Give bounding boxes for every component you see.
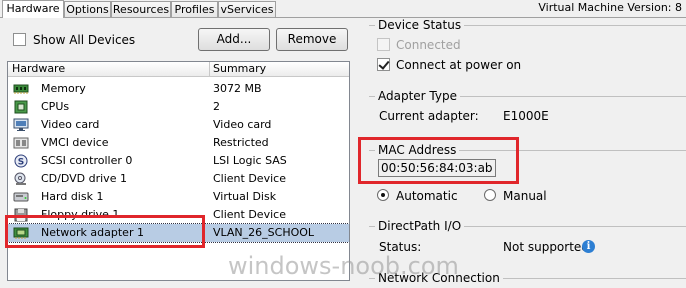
- row-name: VMCI device: [41, 136, 109, 149]
- svg-text:S: S: [18, 158, 24, 168]
- table-row[interactable]: Memory 3072 MB: [8, 80, 349, 98]
- manual-radio[interactable]: [484, 189, 496, 201]
- tab-options[interactable]: Options: [64, 1, 111, 17]
- row-summary: 3072 MB: [213, 82, 262, 95]
- connect-at-power-on-checkbox[interactable]: [377, 58, 390, 71]
- current-adapter-label: Current adapter:: [379, 109, 479, 123]
- row-summary: Restricted: [213, 136, 269, 149]
- video-card-icon: [13, 118, 29, 132]
- tab-label: Resources: [112, 3, 170, 16]
- tab-label: Profiles: [174, 3, 215, 16]
- current-adapter-value: E1000E: [503, 109, 549, 123]
- connected-checkbox[interactable]: [377, 38, 390, 51]
- vm-version-label: Virtual Machine Version: 8: [538, 1, 682, 14]
- tab-resources[interactable]: Resources: [111, 1, 171, 17]
- tab-label: vServices: [220, 3, 274, 16]
- add-button[interactable]: Add...: [198, 28, 270, 51]
- row-summary: 2: [213, 100, 220, 113]
- list-header: Hardware Summary: [8, 62, 349, 77]
- cd-dvd-icon: [13, 172, 29, 186]
- column-header-hardware[interactable]: Hardware: [12, 63, 65, 75]
- table-row[interactable]: VMCI device Restricted: [8, 134, 349, 152]
- highlight-network-adapter: [5, 215, 205, 248]
- tab-vservices[interactable]: vServices: [218, 1, 276, 17]
- info-icon[interactable]: i: [582, 240, 595, 253]
- table-row[interactable]: S SCSI controller 0 LSI Logic SAS: [8, 152, 349, 170]
- tab-profiles[interactable]: Profiles: [171, 1, 218, 17]
- table-row[interactable]: CPUs 2: [8, 98, 349, 116]
- tab-label: Hardware: [6, 2, 60, 15]
- row-name: CPUs: [41, 100, 70, 113]
- row-summary: VLAN_26_SCHOOL: [213, 226, 315, 239]
- watermark: windows-noob.com: [228, 252, 459, 280]
- row-summary: Video card: [213, 118, 272, 131]
- automatic-radio[interactable]: [377, 189, 389, 201]
- row-name: CD/DVD drive 1: [41, 172, 127, 185]
- scsi-icon: S: [13, 154, 29, 168]
- cpu-icon: [13, 100, 29, 114]
- column-separator[interactable]: [209, 62, 210, 77]
- row-summary: Client Device: [213, 172, 286, 185]
- device-status-title: Device Status: [375, 18, 465, 32]
- manual-label: Manual: [503, 189, 547, 203]
- highlight-mac-address: [358, 137, 519, 184]
- table-row[interactable]: Video card Video card: [8, 116, 349, 134]
- vmci-icon: [13, 136, 29, 150]
- row-name: SCSI controller 0: [41, 154, 133, 167]
- row-name: Memory: [41, 82, 86, 95]
- tab-label: Options: [66, 3, 109, 16]
- adapter-type-title: Adapter Type: [375, 89, 460, 103]
- table-row[interactable]: Hard disk 1 Virtual Disk: [8, 188, 349, 206]
- show-all-devices-checkbox[interactable]: [13, 33, 26, 46]
- column-header-summary[interactable]: Summary: [213, 63, 266, 75]
- row-name: Hard disk 1: [41, 190, 104, 203]
- tab-hardware[interactable]: Hardware: [2, 0, 64, 18]
- row-name: Video card: [41, 118, 100, 131]
- connected-label: Connected: [396, 38, 461, 52]
- row-summary: Client Device: [213, 208, 286, 221]
- show-all-devices-label: Show All Devices: [33, 33, 136, 47]
- hardware-list[interactable]: Hardware Summary Memory 3072 MB CPUs 2 V…: [7, 61, 350, 281]
- row-summary: Virtual Disk: [213, 190, 277, 203]
- tab-divider: [0, 17, 686, 18]
- row-summary: LSI Logic SAS: [213, 154, 287, 167]
- memory-icon: [13, 82, 29, 96]
- directpath-title: DirectPath I/O: [375, 219, 465, 233]
- table-row[interactable]: CD/DVD drive 1 Client Device: [8, 170, 349, 188]
- directpath-status-value: Not supported: [503, 240, 589, 254]
- connect-at-power-on-label: Connect at power on: [396, 58, 522, 72]
- hard-disk-icon: [13, 190, 29, 204]
- remove-button[interactable]: Remove: [276, 28, 348, 51]
- automatic-label: Automatic: [396, 189, 458, 203]
